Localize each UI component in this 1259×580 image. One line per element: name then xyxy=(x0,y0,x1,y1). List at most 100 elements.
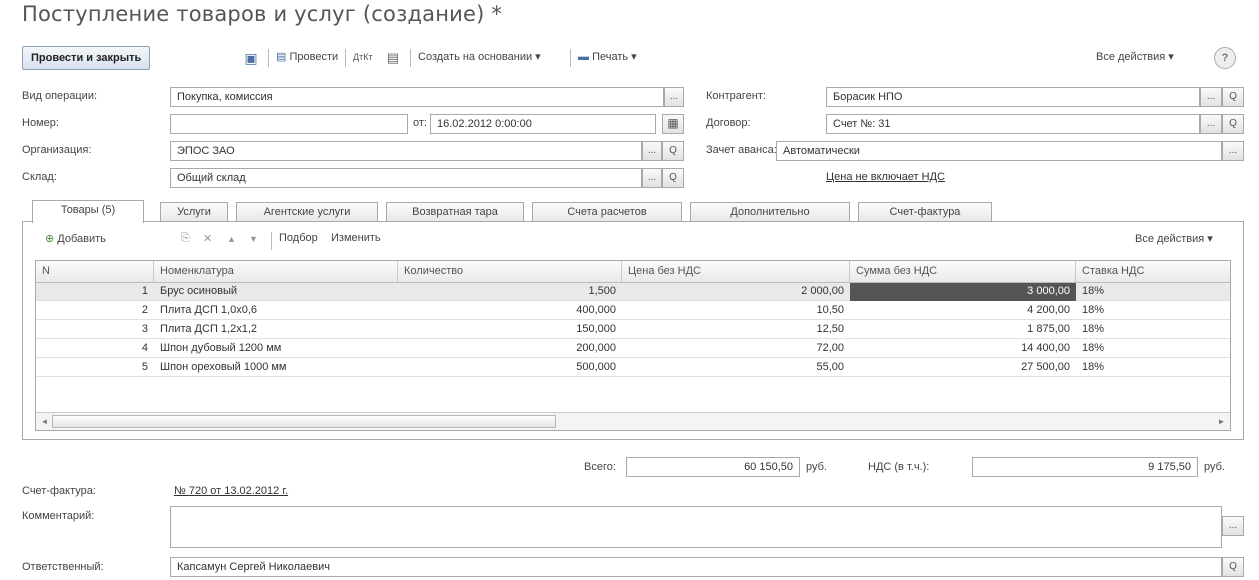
organization-search-icon[interactable]: Q xyxy=(662,141,684,161)
advance-offset-select-button[interactable]: ... xyxy=(1222,141,1244,161)
row-vat-rate[interactable]: 18% xyxy=(1076,359,1230,377)
advance-offset-field[interactable]: Автоматически xyxy=(776,141,1222,161)
organization-select-button[interactable]: ... xyxy=(642,141,662,161)
move-up-icon[interactable]: ▲ xyxy=(227,234,236,244)
counterparty-search-icon[interactable]: Q xyxy=(1222,87,1244,107)
total-label: Всего: xyxy=(584,461,616,473)
contract-select-button[interactable]: ... xyxy=(1200,114,1222,134)
tab-returnable-containers[interactable]: Возвратная тара xyxy=(386,202,524,222)
selection-button[interactable]: Подбор xyxy=(279,232,318,244)
row-vat-rate[interactable]: 18% xyxy=(1076,302,1230,320)
advance-offset-label: Зачет аванса: xyxy=(706,144,777,156)
responsible-field[interactable]: Капсамун Сергей Николаевич xyxy=(170,557,1222,577)
scroll-right-icon[interactable]: ► xyxy=(1214,414,1229,429)
scroll-left-icon[interactable]: ◄ xyxy=(37,414,52,429)
row-price[interactable]: 55,00 xyxy=(622,359,850,377)
row-sum[interactable]: 4 200,00 xyxy=(850,302,1076,320)
tab-bar: Товары (5) Услуги Агентские услуги Возвр… xyxy=(22,200,1244,223)
all-actions-button[interactable]: Все действия ▾ xyxy=(1096,46,1174,70)
create-based-on-button[interactable]: Создать на основании ▾ xyxy=(418,46,541,70)
horizontal-scrollbar[interactable]: ◄ ► xyxy=(36,412,1230,430)
column-header-price[interactable]: Цена без НДС xyxy=(622,261,850,283)
row-nomenclature[interactable]: Плита ДСП 1,2х1,2 xyxy=(154,321,398,339)
row-nomenclature[interactable]: Шпон дубовый 1200 мм xyxy=(154,340,398,358)
edit-button[interactable]: Изменить xyxy=(331,232,381,244)
row-nomenclature[interactable]: Шпон ореховый 1000 мм xyxy=(154,359,398,377)
row-quantity[interactable]: 150,000 xyxy=(398,321,622,339)
print-button[interactable]: ▬ Печать ▾ xyxy=(578,46,637,70)
row-price[interactable]: 10,50 xyxy=(622,302,850,320)
warehouse-select-button[interactable]: ... xyxy=(642,168,662,188)
row-number: 3 xyxy=(141,323,148,335)
post-and-close-button[interactable]: Провести и закрыть xyxy=(22,46,151,70)
goods-table[interactable]: N Номенклатура Количество Цена без НДС С… xyxy=(35,260,1231,431)
contract-search-icon[interactable]: Q xyxy=(1222,114,1244,134)
organization-field[interactable]: ЭПОС ЗАО xyxy=(170,141,642,161)
row-quantity[interactable]: 500,000 xyxy=(398,359,622,377)
row-nomenclature[interactable]: Плита ДСП 1,0х0,6 xyxy=(154,302,398,320)
row-quantity[interactable]: 200,000 xyxy=(398,340,622,358)
comment-field[interactable] xyxy=(170,506,1222,548)
total-currency: руб. xyxy=(806,461,827,473)
column-header-n[interactable]: N xyxy=(36,261,154,283)
counterparty-field[interactable]: Борасик НПО xyxy=(826,87,1200,107)
row-quantity[interactable]: 400,000 xyxy=(398,302,622,320)
help-icon[interactable]: ? xyxy=(1214,47,1236,69)
operation-type-field[interactable]: Покупка, комиссия xyxy=(170,87,664,107)
tab-services[interactable]: Услуги xyxy=(160,202,228,222)
vat-total-label: НДС (в т.ч.): xyxy=(868,461,930,473)
column-header-nomenclature[interactable]: Номенклатура xyxy=(154,261,398,283)
table-row[interactable]: 4 Шпон дубовый 1200 мм 200,000 72,00 14 … xyxy=(36,340,1230,358)
row-vat-rate[interactable]: 18% xyxy=(1076,340,1230,358)
contract-field[interactable]: Счет №: 31 xyxy=(826,114,1200,134)
tab-agent-services[interactable]: Агентские услуги xyxy=(236,202,378,222)
price-vat-link[interactable]: Цена не включает НДС xyxy=(826,171,945,183)
copy-icon[interactable]: ⎘ xyxy=(181,232,190,245)
save-icon[interactable]: ▣ xyxy=(240,46,262,70)
counterparty-select-button[interactable]: ... xyxy=(1200,87,1222,107)
counterparty-label: Контрагент: xyxy=(706,90,766,102)
tab-invoice[interactable]: Счет-фактура xyxy=(858,202,992,222)
invoice-link[interactable]: № 720 от 13.02.2012 г. xyxy=(174,485,288,497)
tab-additional[interactable]: Дополнительно xyxy=(690,202,850,222)
dt-kt-icon[interactable]: ДтКт xyxy=(353,46,373,70)
row-vat-rate[interactable]: 18% xyxy=(1076,321,1230,339)
table-row[interactable]: 3 Плита ДСП 1,2х1,2 150,000 12,50 1 875,… xyxy=(36,321,1230,339)
add-button[interactable]: ⊕ Добавить xyxy=(45,232,106,245)
row-sum[interactable]: 14 400,00 xyxy=(850,340,1076,358)
main-toolbar: Провести и закрыть ▣ ▤ Провести ДтКт ▤ С… xyxy=(22,46,1244,72)
tab-goods[interactable]: Товары (5) xyxy=(32,200,144,223)
row-vat-rate[interactable]: 18% xyxy=(1076,283,1230,301)
related-docs-icon[interactable]: ▤ xyxy=(382,46,404,70)
row-sum[interactable]: 3 000,00 xyxy=(850,283,1076,301)
warehouse-search-icon[interactable]: Q xyxy=(662,168,684,188)
table-row[interactable]: 1 Брус осиновый 1,500 2 000,00 3 000,00 … xyxy=(36,283,1230,301)
row-quantity[interactable]: 1,500 xyxy=(398,283,622,301)
panel-all-actions-button[interactable]: Все действия ▾ xyxy=(1135,232,1213,245)
row-sum[interactable]: 1 875,00 xyxy=(850,321,1076,339)
delete-icon[interactable]: ✕ xyxy=(203,232,212,245)
row-sum[interactable]: 27 500,00 xyxy=(850,359,1076,377)
column-header-sum[interactable]: Сумма без НДС xyxy=(850,261,1076,283)
row-price[interactable]: 2 000,00 xyxy=(622,283,850,301)
operation-type-select-button[interactable]: ... xyxy=(664,87,684,107)
separator xyxy=(271,232,272,250)
post-button[interactable]: ▤ Провести xyxy=(276,46,338,70)
column-header-quantity[interactable]: Количество xyxy=(398,261,622,283)
row-price[interactable]: 72,00 xyxy=(622,340,850,358)
comment-expand-button[interactable]: ... xyxy=(1222,516,1244,536)
move-down-icon[interactable]: ▼ xyxy=(249,234,258,244)
tab-settlement-accounts[interactable]: Счета расчетов xyxy=(532,202,682,222)
number-field[interactable] xyxy=(170,114,408,134)
column-header-vat-rate[interactable]: Ставка НДС xyxy=(1076,261,1230,283)
row-price[interactable]: 12,50 xyxy=(622,321,850,339)
calendar-icon[interactable]: ▦ xyxy=(662,114,684,134)
warehouse-field[interactable]: Общий склад xyxy=(170,168,642,188)
row-nomenclature[interactable]: Брус осиновый xyxy=(154,283,398,301)
table-row[interactable]: 2 Плита ДСП 1,0х0,6 400,000 10,50 4 200,… xyxy=(36,302,1230,320)
date-field[interactable]: 16.02.2012 0:00:00 xyxy=(430,114,656,134)
responsible-search-icon[interactable]: Q xyxy=(1222,557,1244,577)
operation-type-label: Вид операции: xyxy=(22,90,98,102)
scrollbar-thumb[interactable] xyxy=(52,415,556,428)
table-row[interactable]: 5 Шпон ореховый 1000 мм 500,000 55,00 27… xyxy=(36,359,1230,377)
